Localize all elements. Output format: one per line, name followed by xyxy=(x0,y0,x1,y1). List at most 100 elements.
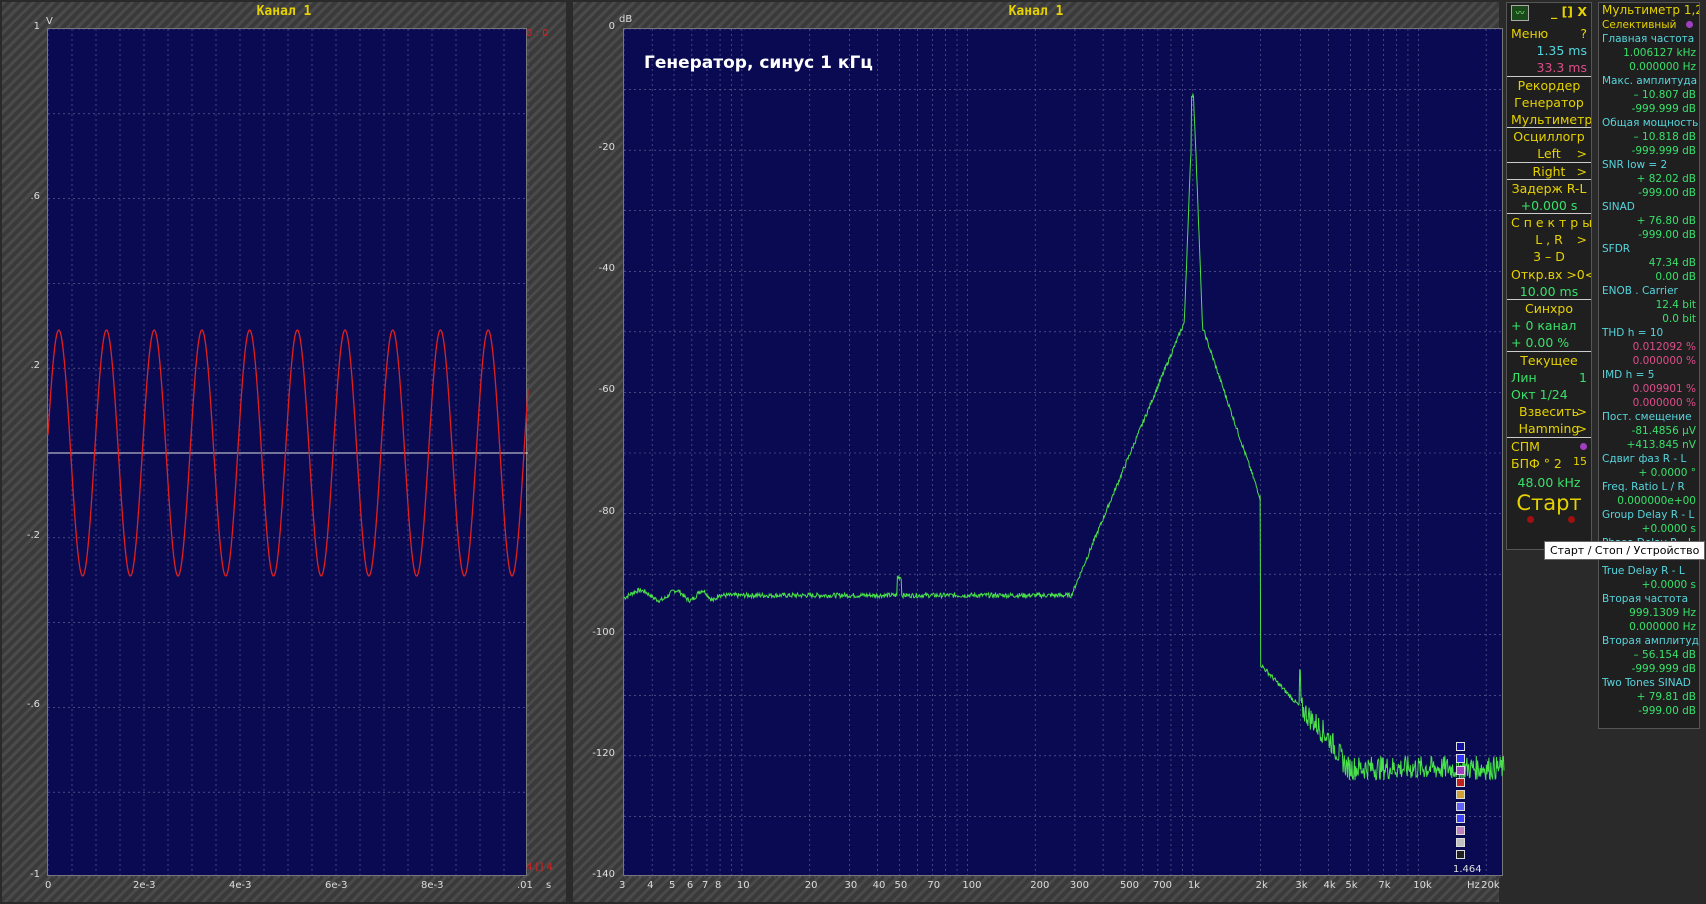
color-swatch[interactable] xyxy=(1456,754,1465,763)
meter-value: – 56.154 dB xyxy=(1633,649,1696,661)
meter-value: -999.00 dB xyxy=(1638,229,1696,241)
app-icon[interactable]: 〰 xyxy=(1511,4,1529,21)
lr-button[interactable]: L , R > xyxy=(1507,231,1591,248)
x-tick-label: 10k xyxy=(1413,880,1432,891)
generator-button[interactable]: Генератор xyxy=(1507,94,1591,111)
color-swatch[interactable] xyxy=(1456,850,1465,859)
y-tick-label: -.2 xyxy=(26,529,40,541)
meter-value: +0.0000 s xyxy=(1641,523,1696,535)
x-tick-label: 20k xyxy=(1481,880,1500,891)
oscilloscope-title: Канал 1 xyxy=(256,4,312,19)
x-unit: Hz xyxy=(1467,880,1480,891)
meter-label: Group Delay R - L xyxy=(1602,509,1695,521)
meter-label: IMD h = 5 xyxy=(1602,369,1655,381)
x-tick-label: 10 xyxy=(736,880,750,891)
selective-indicator-icon xyxy=(1686,21,1693,28)
selective-toggle[interactable]: Селективный xyxy=(1599,18,1699,32)
meter-value: – 10.818 dB xyxy=(1633,131,1696,143)
delay-value[interactable]: +0.000 s xyxy=(1507,197,1591,215)
spectra-button[interactable]: С п е к т р ы xyxy=(1507,214,1591,231)
oscilloscope-button[interactable]: Осциллогр xyxy=(1507,128,1591,145)
chevron-right-icon: > xyxy=(1576,404,1587,420)
open-input-button[interactable]: Откр.вх >0< xyxy=(1507,266,1591,283)
current-button[interactable]: Текущее xyxy=(1507,352,1591,369)
x-tick-label: 50 xyxy=(894,880,908,891)
x-tick-label: 6e-3 xyxy=(325,880,348,891)
meter-value: -999.00 dB xyxy=(1638,187,1696,199)
meter-label: Two Tones SINAD xyxy=(1602,677,1691,689)
color-swatch[interactable] xyxy=(1456,814,1465,823)
spectrum-graph xyxy=(623,28,1505,878)
window-buttons[interactable]: _ [] X xyxy=(1551,3,1587,20)
x-tick-label: .01 xyxy=(517,880,533,891)
meter-label: Главная частота xyxy=(1602,33,1695,45)
spectrum-plot[interactable]: Генератор, синус 1 кГц xyxy=(623,28,1505,878)
y-tick-label: -80 xyxy=(598,505,615,517)
meter-value: + 0.0000 ° xyxy=(1638,467,1696,479)
left-channel-button[interactable]: Left > xyxy=(1507,145,1591,163)
multimeter-panel: Мультиметр 1,2 Селективный Главная часто… xyxy=(1598,2,1700,729)
spectrum-title: Канал 1 xyxy=(1008,4,1064,19)
meter-label: Пост. смещение xyxy=(1602,411,1692,423)
start-button[interactable]: Старт xyxy=(1507,491,1591,515)
meter-value: 0.012092 % xyxy=(1632,341,1696,353)
oct-button[interactable]: Окт 1/24 xyxy=(1507,386,1591,403)
y-tick-label: .2 xyxy=(30,360,40,372)
time-1: 1.35 ms xyxy=(1536,43,1588,59)
x-tick-label: 4 xyxy=(647,880,654,891)
fft-size[interactable]: БПФ ° 2 15 xyxy=(1507,455,1591,474)
x-tick-label: 500 xyxy=(1119,880,1140,891)
meter-value: – 10.807 dB xyxy=(1633,89,1696,101)
x-tick-label: 7k xyxy=(1378,880,1391,891)
meter-value: + 82.02 dB xyxy=(1636,173,1696,185)
color-swatch[interactable] xyxy=(1456,766,1465,775)
lin-button[interactable]: Лин 1 xyxy=(1507,369,1591,386)
weigh-button[interactable]: Взвесить > xyxy=(1507,403,1591,420)
help-icon[interactable]: ? xyxy=(1580,25,1587,42)
meter-value: -999.999 dB xyxy=(1631,663,1696,675)
color-swatch[interactable] xyxy=(1456,790,1465,799)
sample-rate[interactable]: 48.00 kHz xyxy=(1507,474,1591,491)
right-channel-button[interactable]: Right > xyxy=(1507,163,1591,180)
x-tick-label: 3k xyxy=(1295,880,1308,891)
color-swatch[interactable] xyxy=(1456,802,1465,811)
color-swatch[interactable] xyxy=(1456,826,1465,835)
x-tick-label: 4e-3 xyxy=(229,880,252,891)
meter-value: 0.00 dB xyxy=(1655,271,1696,283)
3d-button[interactable]: 3 – D xyxy=(1507,248,1591,265)
meter-value: +0.0000 s xyxy=(1641,579,1696,591)
x-tick-label: 3 xyxy=(619,880,626,891)
sync-percent[interactable]: + 0.00 % xyxy=(1507,334,1591,352)
meter-label: SINAD xyxy=(1602,201,1635,213)
color-swatch[interactable] xyxy=(1456,742,1465,751)
meter-value: -999.999 dB xyxy=(1631,103,1696,115)
corner-top-label: 0 : 0 xyxy=(526,28,549,39)
multimeter-title[interactable]: Мультиметр 1,2 xyxy=(1599,3,1699,18)
x-tick-label: 200 xyxy=(1030,880,1050,891)
sync-button[interactable]: Синхро xyxy=(1507,300,1591,317)
meter-value: +413.845 nV xyxy=(1626,439,1696,451)
window-button[interactable]: Hamming > xyxy=(1507,420,1591,438)
meter-value: 1.006127 kHz xyxy=(1623,47,1696,59)
meter-label: Вторая частота xyxy=(1602,593,1688,605)
x-tick-label: 1k xyxy=(1187,880,1200,891)
menu-button[interactable]: Меню? xyxy=(1507,25,1591,42)
multimeter-button[interactable]: Мультиметр xyxy=(1507,111,1591,129)
meter-label: True Delay R - L xyxy=(1602,565,1685,577)
meter-value: 0.009901 % xyxy=(1632,383,1696,395)
x-tick-label: 2e-3 xyxy=(133,880,156,891)
color-swatch[interactable] xyxy=(1456,838,1465,847)
psd-button[interactable]: СПМ xyxy=(1507,438,1591,455)
oscilloscope-plot[interactable] xyxy=(47,28,529,878)
scale-value: 1.464 xyxy=(1453,864,1482,875)
x-tick-label: 100 xyxy=(962,880,982,891)
sync-channel[interactable]: + 0 канал xyxy=(1507,317,1591,334)
generator-annotation: Генератор, синус 1 кГц xyxy=(644,53,873,73)
led-icon xyxy=(1527,515,1534,523)
open-input-value[interactable]: 10.00 ms xyxy=(1507,283,1591,300)
recorder-button[interactable]: Рекордер xyxy=(1507,77,1591,94)
x-unit: s xyxy=(546,880,552,891)
color-swatch[interactable] xyxy=(1456,778,1465,787)
y-tick-label: .6 xyxy=(30,190,40,202)
delay-label[interactable]: Задерж R-L xyxy=(1507,180,1591,197)
